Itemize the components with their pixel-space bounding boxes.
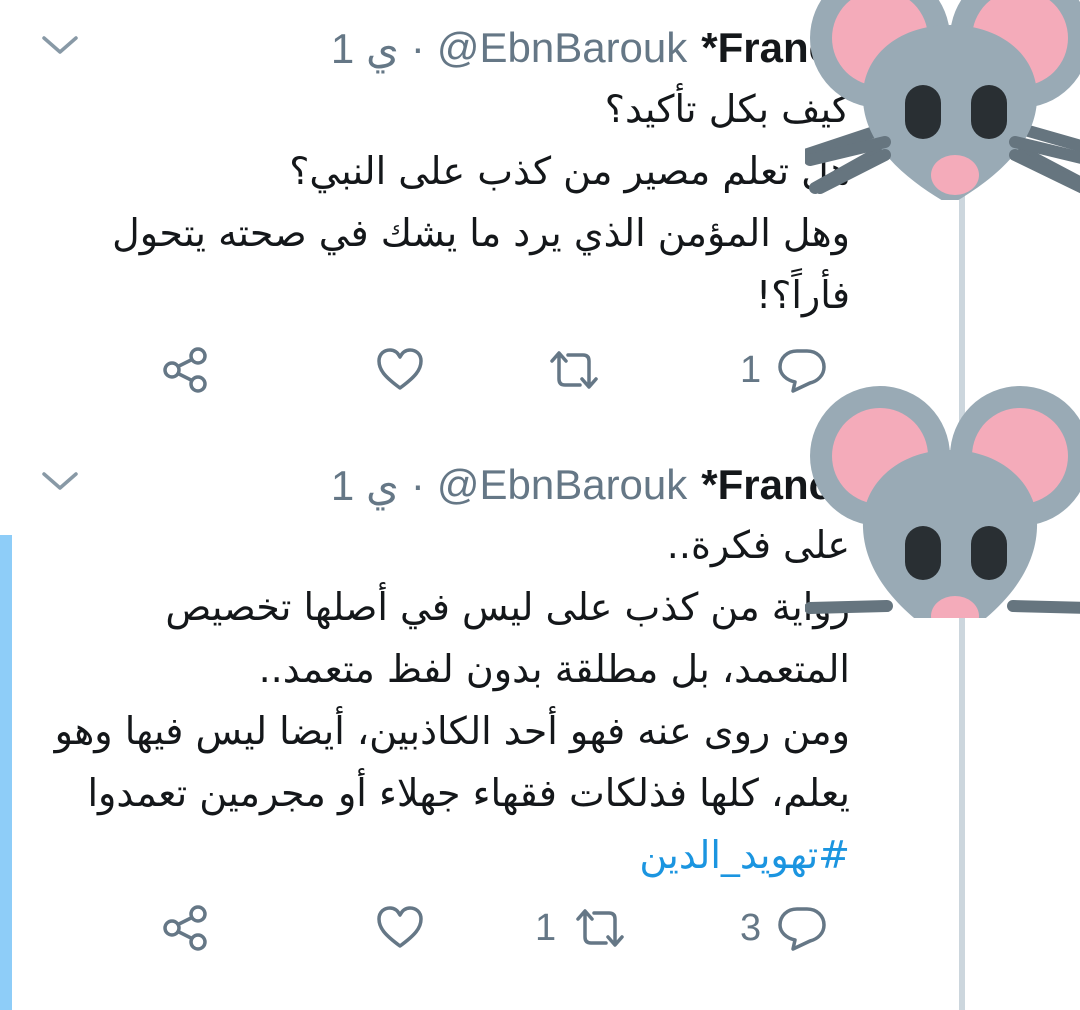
retweet-icon [570, 905, 630, 951]
tweet: *Franc @EbnBarouk · 1 ي كيف بكل تأكيد؟ ه… [0, 0, 1080, 430]
share-icon [160, 902, 212, 954]
reply-icon [775, 903, 829, 953]
tweet-text-line: هل تعلم مصير من كذب على النبي؟ [289, 149, 850, 193]
tweet-text-line: يعلم، كلها فذلكات فقهاء جهلاء أو مجرمين … [87, 771, 850, 815]
mouse-avatar[interactable] [799, 0, 1080, 205]
author-handle[interactable]: @EbnBarouk [437, 24, 687, 72]
timestamp[interactable]: 1 ي [331, 461, 399, 510]
mouse-avatar[interactable] [804, 378, 1080, 643]
reply-count: 1 [740, 348, 762, 391]
heart-icon [375, 904, 425, 952]
like-button[interactable] [375, 898, 425, 958]
timestamp[interactable]: 1 ي [331, 24, 399, 73]
hashtag-link[interactable]: #تهويد_الدين [80, 824, 850, 886]
tweet-actions: 1 3 [150, 898, 860, 958]
retweet-icon [544, 347, 604, 393]
reply-button[interactable]: 3 [740, 898, 829, 958]
heart-icon [375, 346, 425, 394]
tweet-header: *Franc @EbnBarouk · 1 ي [331, 455, 832, 515]
tweet-text: على فكرة.. رواية من كذب على ليس في أصلها… [54, 514, 850, 886]
share-icon [160, 344, 212, 396]
tweet-text-line: على فكرة.. [666, 523, 850, 567]
retweet-button[interactable] [530, 340, 604, 400]
tweet-actions: 1 [150, 340, 860, 400]
tweet-text-line: المتعمد، بل مطلقة بدون لفظ متعمد.. [258, 647, 850, 691]
tweet-text-line: رواية من كذب على ليس في أصلها تخصيص [165, 585, 850, 629]
retweet-count: 1 [535, 906, 557, 949]
share-button[interactable] [160, 898, 212, 958]
tweet-header: *Franc @EbnBarouk · 1 ي [331, 18, 832, 78]
tweet-text: كيف بكل تأكيد؟ هل تعلم مصير من كذب على ا… [80, 78, 850, 326]
reply-count: 3 [740, 906, 762, 949]
separator-dot: · [410, 24, 425, 71]
tweet-text-line: كيف بكل تأكيد؟ [604, 87, 850, 131]
focused-tweet-indicator [0, 535, 12, 1010]
tweet-text-line: فأراً؟! [755, 273, 850, 317]
separator-dot: · [410, 461, 425, 508]
like-button[interactable] [375, 340, 425, 400]
author-handle[interactable]: @EbnBarouk [437, 461, 687, 509]
chevron-down-icon[interactable] [38, 30, 82, 60]
tweet-text-line: ومن روى عنه فهو أحد الكاذبين، أيضا ليس ف… [54, 709, 850, 753]
share-button[interactable] [160, 340, 212, 400]
retweet-button[interactable]: 1 [535, 898, 630, 958]
tweet-text-line: وهل المؤمن الذي يرد ما يشك في صحته يتحول [112, 211, 850, 255]
chevron-down-icon[interactable] [38, 466, 82, 496]
